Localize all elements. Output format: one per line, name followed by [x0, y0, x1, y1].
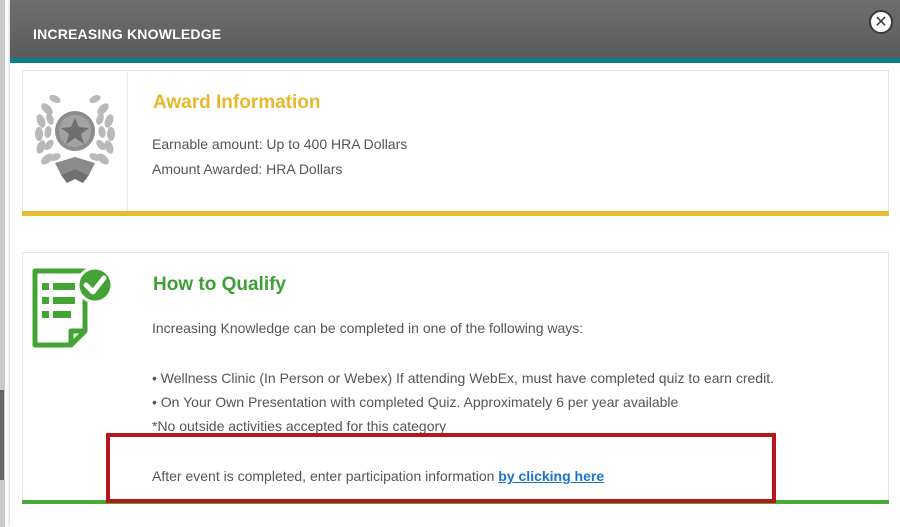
award-information-card: Award Information Earnable amount: Up to…: [22, 70, 889, 216]
close-button[interactable]: ✕: [869, 10, 893, 34]
award-laurel-star-icon: [29, 87, 121, 191]
background-page-edge-dark: [0, 390, 4, 480]
modal-title: INCREASING KNOWLEDGE: [33, 26, 222, 42]
qualify-intro-text: Increasing Knowledge can be completed in…: [152, 320, 584, 336]
how-to-qualify-title: How to Qualify: [153, 274, 286, 295]
highlight-annotation-box: [106, 433, 776, 503]
qualify-option-item: • Wellness Clinic (In Person or Webex) I…: [152, 370, 774, 386]
amount-awarded-text: Amount Awarded: HRA Dollars: [152, 161, 343, 177]
close-icon: ✕: [874, 12, 888, 31]
modal-header-accent-bar: [10, 58, 900, 63]
award-card-accent-bar: [22, 211, 889, 216]
earnable-amount-text: Earnable amount: Up to 400 HRA Dollars: [152, 136, 408, 152]
award-icon-column: [23, 71, 128, 215]
outside-activities-note: *No outside activities accepted for this…: [152, 418, 447, 434]
modal-header: INCREASING KNOWLEDGE: [10, 0, 900, 58]
qualify-option-item: • On Your Own Presentation with complete…: [152, 394, 679, 410]
award-information-title: Award Information: [153, 92, 321, 113]
checklist-check-icon: [31, 263, 117, 353]
